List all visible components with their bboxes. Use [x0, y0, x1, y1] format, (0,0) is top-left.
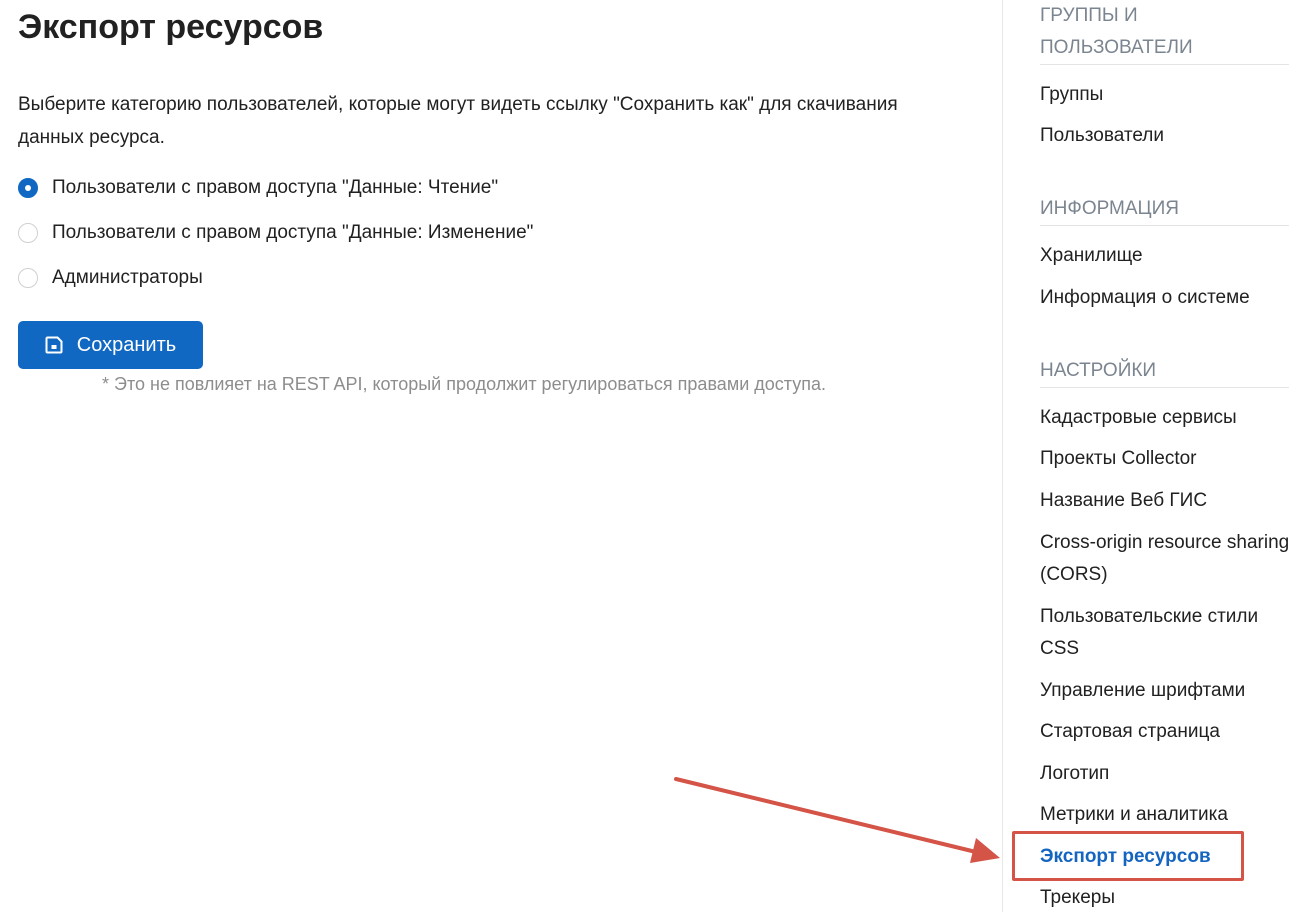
sidebar-item-groups[interactable]: Группы	[1040, 79, 1292, 111]
rest-api-note: * Это не повлияет на REST API, который п…	[102, 374, 826, 394]
sidebar-section-information: ИНФОРМАЦИЯ	[1040, 193, 1289, 226]
access-radio-group: Пользователи с правом доступа "Данные: Ч…	[18, 165, 533, 300]
radio-button[interactable]	[18, 267, 38, 288]
sidebar-item-system-info[interactable]: Информация о системе	[1040, 282, 1292, 314]
page: Экспорт ресурсов Выберите категорию поль…	[0, 0, 1307, 912]
radio-label: Пользователи с правом доступа "Данные: И…	[52, 221, 534, 243]
radio-label: Администраторы	[52, 266, 203, 288]
save-button-label: Сохранить	[76, 333, 177, 356]
page-title: Экспорт ресурсов	[18, 8, 324, 46]
sidebar-item-users[interactable]: Пользователи	[1040, 120, 1292, 152]
sidebar-item-custom-css[interactable]: Пользовательские стили CSS	[1040, 601, 1292, 665]
radio-label: Пользователи с правом доступа "Данные: Ч…	[52, 176, 499, 198]
sidebar-section-settings: НАСТРОЙКИ	[1040, 355, 1289, 388]
radio-option-administrators[interactable]: Администраторы	[18, 255, 533, 300]
radio-button[interactable]	[18, 222, 38, 243]
sidebar-section-groups-users: ГРУППЫ И ПОЛЬЗОВАТЕЛИ	[1040, 0, 1289, 65]
sidebar-item-trackers[interactable]: Трекеры	[1040, 882, 1292, 912]
sidebar-item-font-management[interactable]: Управление шрифтами	[1040, 675, 1292, 707]
radio-option-data-write[interactable]: Пользователи с правом доступа "Данные: И…	[18, 210, 533, 255]
sidebar-item-storage[interactable]: Хранилище	[1040, 240, 1292, 272]
sidebar-item-metrics[interactable]: Метрики и аналитика	[1040, 799, 1292, 831]
sidebar-item-start-page[interactable]: Стартовая страница	[1040, 716, 1292, 748]
radio-button-checked[interactable]	[18, 177, 38, 198]
annotation-highlight-box	[1012, 831, 1244, 881]
save-button[interactable]: Сохранить	[18, 321, 203, 369]
sidebar-item-collector-projects[interactable]: Проекты Collector	[1040, 443, 1292, 475]
sidebar-item-cors[interactable]: Cross-origin resource sharing (CORS)	[1040, 527, 1292, 591]
description-text: Выберите категорию пользователей, которы…	[18, 94, 898, 148]
sidebar-item-cadastral-services[interactable]: Кадастровые сервисы	[1040, 402, 1292, 434]
sidebar-item-webgis-name[interactable]: Название Веб ГИС	[1040, 485, 1292, 517]
floppy-disk-icon	[45, 336, 63, 354]
sidebar-divider	[1002, 0, 1003, 912]
sidebar-item-logo[interactable]: Логотип	[1040, 758, 1292, 790]
radio-option-data-read[interactable]: Пользователи с правом доступа "Данные: Ч…	[18, 165, 533, 210]
